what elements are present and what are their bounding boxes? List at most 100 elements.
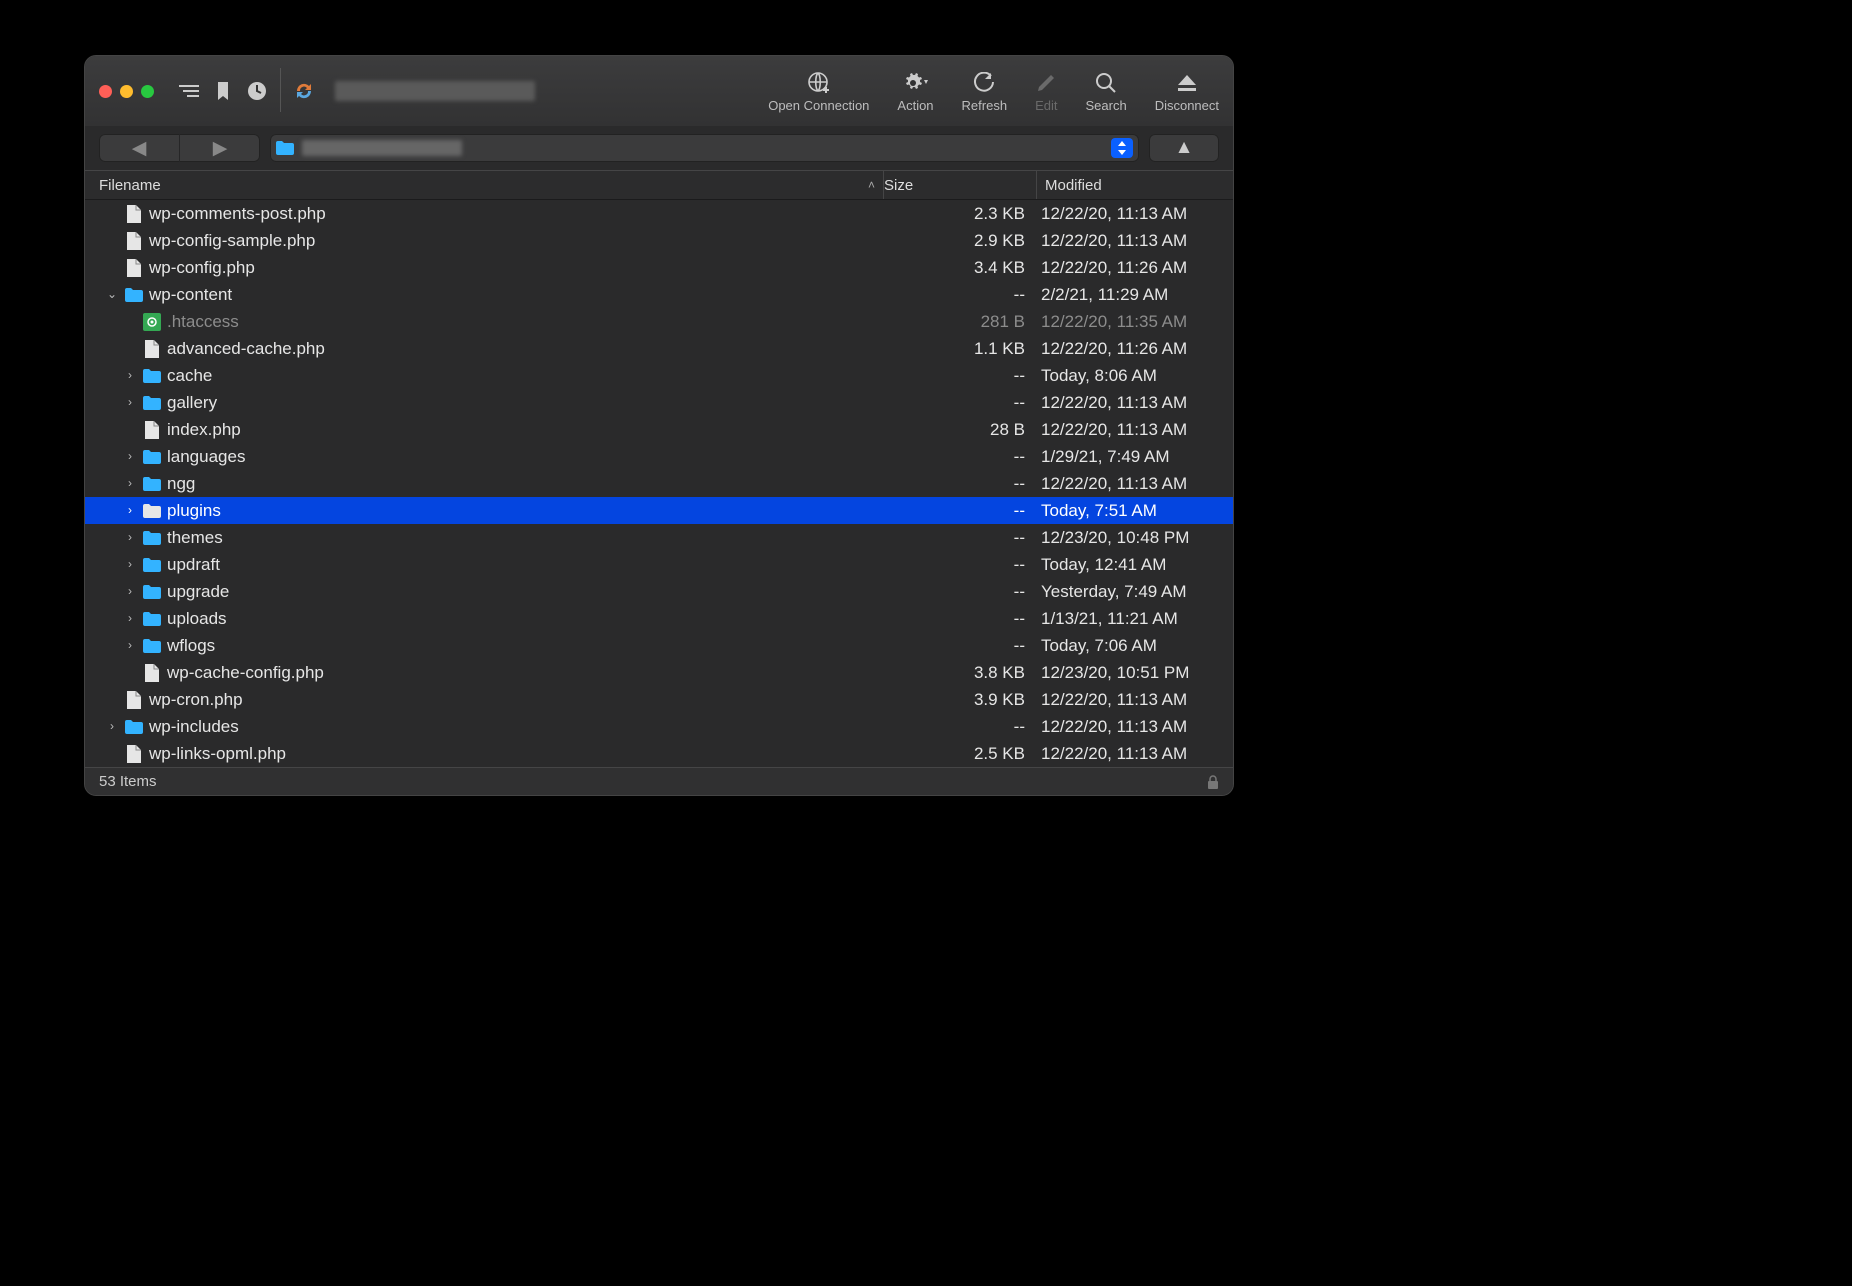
column-filename[interactable]: Filename ˄ (85, 171, 884, 199)
file-name: themes (167, 524, 223, 551)
file-row[interactable]: ›wflogs--Today, 7:06 AM (85, 632, 1233, 659)
file-row[interactable]: ›gallery--12/22/20, 11:13 AM (85, 389, 1233, 416)
folder-icon (125, 718, 143, 736)
folder-icon (143, 610, 161, 628)
file-row[interactable]: ›cache--Today, 8:06 AM (85, 362, 1233, 389)
file-size: 2.5 KB (881, 740, 1033, 767)
zoom-window-button[interactable] (141, 85, 154, 98)
file-row[interactable]: advanced-cache.php1.1 KB12/22/20, 11:26 … (85, 335, 1233, 362)
chevron-right-icon[interactable]: › (123, 497, 137, 524)
folder-icon (143, 502, 161, 520)
file-name: wp-config.php (149, 254, 255, 281)
file-name: languages (167, 443, 245, 470)
globe-plus-icon (807, 70, 831, 96)
nav-forward-button[interactable]: ▶ (180, 134, 260, 162)
chevron-right-icon[interactable]: › (123, 605, 137, 632)
file-modified: Today, 12:41 AM (1033, 551, 1233, 578)
file-row[interactable]: ›upgrade--Yesterday, 7:49 AM (85, 578, 1233, 605)
folder-icon (143, 637, 161, 655)
file-row[interactable]: ›updraft--Today, 12:41 AM (85, 551, 1233, 578)
open-connection-button[interactable]: Open Connection (754, 56, 883, 126)
file-size: -- (881, 632, 1033, 659)
file-size: 1.1 KB (881, 335, 1033, 362)
chevron-right-icon[interactable]: › (123, 632, 137, 659)
chevron-right-icon[interactable]: › (123, 443, 137, 470)
file-modified: 12/22/20, 11:13 AM (1033, 740, 1233, 767)
status-bar: 53 Items (85, 767, 1233, 795)
close-window-button[interactable] (99, 85, 112, 98)
file-row[interactable]: wp-config-sample.php2.9 KB12/22/20, 11:1… (85, 227, 1233, 254)
chevron-down-icon[interactable]: ⌄ (105, 281, 119, 308)
chevron-right-icon[interactable]: › (123, 389, 137, 416)
column-modified[interactable]: Modified (1037, 171, 1233, 199)
file-modified: 12/22/20, 11:13 AM (1033, 470, 1233, 497)
chevron-right-icon[interactable]: › (123, 470, 137, 497)
file-row[interactable]: .htaccess281 B12/22/20, 11:35 AM (85, 308, 1233, 335)
go-up-button[interactable]: ▲ (1149, 134, 1219, 162)
refresh-icon (973, 70, 995, 96)
path-bar[interactable] (270, 134, 1139, 162)
column-modified-label: Modified (1045, 177, 1102, 194)
file-row[interactable]: index.php28 B12/22/20, 11:13 AM (85, 416, 1233, 443)
file-row[interactable]: ›wp-includes--12/22/20, 11:13 AM (85, 713, 1233, 740)
file-size: -- (881, 362, 1033, 389)
toolbar-separator (280, 68, 281, 112)
window-controls (85, 56, 168, 126)
folder-icon (143, 367, 161, 385)
action-button[interactable]: Action (883, 56, 947, 126)
minimize-window-button[interactable] (120, 85, 133, 98)
file-row[interactable]: wp-cron.php3.9 KB12/22/20, 11:13 AM (85, 686, 1233, 713)
disconnect-button[interactable]: Disconnect (1141, 56, 1233, 126)
bookmarks-icon[interactable] (206, 74, 240, 108)
pencil-icon (1035, 70, 1057, 96)
search-button[interactable]: Search (1071, 56, 1140, 126)
file-size: 2.3 KB (881, 200, 1033, 227)
file-row[interactable]: wp-links-opml.php 2.5 KB12/22/20, 11:13 A… (85, 740, 1233, 767)
app-window: Open Connection Action Refresh Edit Sear… (84, 55, 1234, 796)
file-modified: 12/22/20, 11:35 AM (1033, 308, 1233, 335)
history-icon[interactable] (240, 74, 274, 108)
file-name: wp-content (149, 281, 232, 308)
file-row[interactable]: ›ngg--12/22/20, 11:13 AM (85, 470, 1233, 497)
file-modified: Today, 7:51 AM (1033, 497, 1233, 524)
chevron-right-icon[interactable]: › (123, 578, 137, 605)
column-size[interactable]: Size (884, 171, 1037, 199)
file-icon (125, 205, 143, 223)
file-name: ngg (167, 470, 195, 497)
file-row[interactable]: ›uploads--1/13/21, 11:21 AM (85, 605, 1233, 632)
file-row[interactable]: wp-comments-post.php2.3 KB12/22/20, 11:1… (85, 200, 1233, 227)
file-icon (143, 664, 161, 682)
nav-back-button[interactable]: ◀ (99, 134, 180, 162)
file-size: 3.4 KB (881, 254, 1033, 281)
file-modified: 12/22/20, 11:13 AM (1033, 227, 1233, 254)
file-name: wp-links-opml.php (149, 740, 286, 767)
eject-icon (1176, 70, 1198, 96)
file-icon (125, 691, 143, 709)
file-name: wp-config-sample.php (149, 227, 315, 254)
file-name: .htaccess (167, 308, 239, 335)
file-row[interactable]: wp-cache-config.php3.8 KB12/23/20, 10:51… (85, 659, 1233, 686)
chevron-right-icon[interactable]: › (123, 551, 137, 578)
file-row[interactable]: › themes --12/23/20, 10:48 PM (85, 524, 1233, 551)
refresh-button[interactable]: Refresh (948, 56, 1022, 126)
disconnect-label: Disconnect (1155, 98, 1219, 113)
file-name: wp-includes (149, 713, 239, 740)
file-row[interactable]: ›languages--1/29/21, 7:49 AM (85, 443, 1233, 470)
toggle-sidebar-icon[interactable] (172, 74, 206, 108)
sync-icon[interactable] (287, 74, 321, 108)
file-row[interactable]: ⌄wp-content--2/2/21, 11:29 AM (85, 281, 1233, 308)
file-modified: 12/23/20, 10:51 PM (1033, 659, 1233, 686)
file-modified: 12/23/20, 10:48 PM (1033, 524, 1233, 551)
file-row[interactable]: ›plugins--Today, 7:51 AM (85, 497, 1233, 524)
file-modified: 12/22/20, 11:26 AM (1033, 254, 1233, 281)
chevron-right-icon[interactable]: › (123, 524, 137, 551)
folder-icon (125, 286, 143, 304)
file-modified: 2/2/21, 11:29 AM (1033, 281, 1233, 308)
file-modified: Yesterday, 7:49 AM (1033, 578, 1233, 605)
file-row[interactable]: wp-config.php 3.4 KB12/22/20, 11:26 AM (85, 254, 1233, 281)
path-dropdown-button[interactable] (1111, 138, 1133, 158)
table-header: Filename ˄ Size Modified (85, 170, 1233, 200)
file-size: -- (881, 524, 1033, 551)
chevron-right-icon[interactable]: › (105, 713, 119, 740)
chevron-right-icon[interactable]: › (123, 362, 137, 389)
